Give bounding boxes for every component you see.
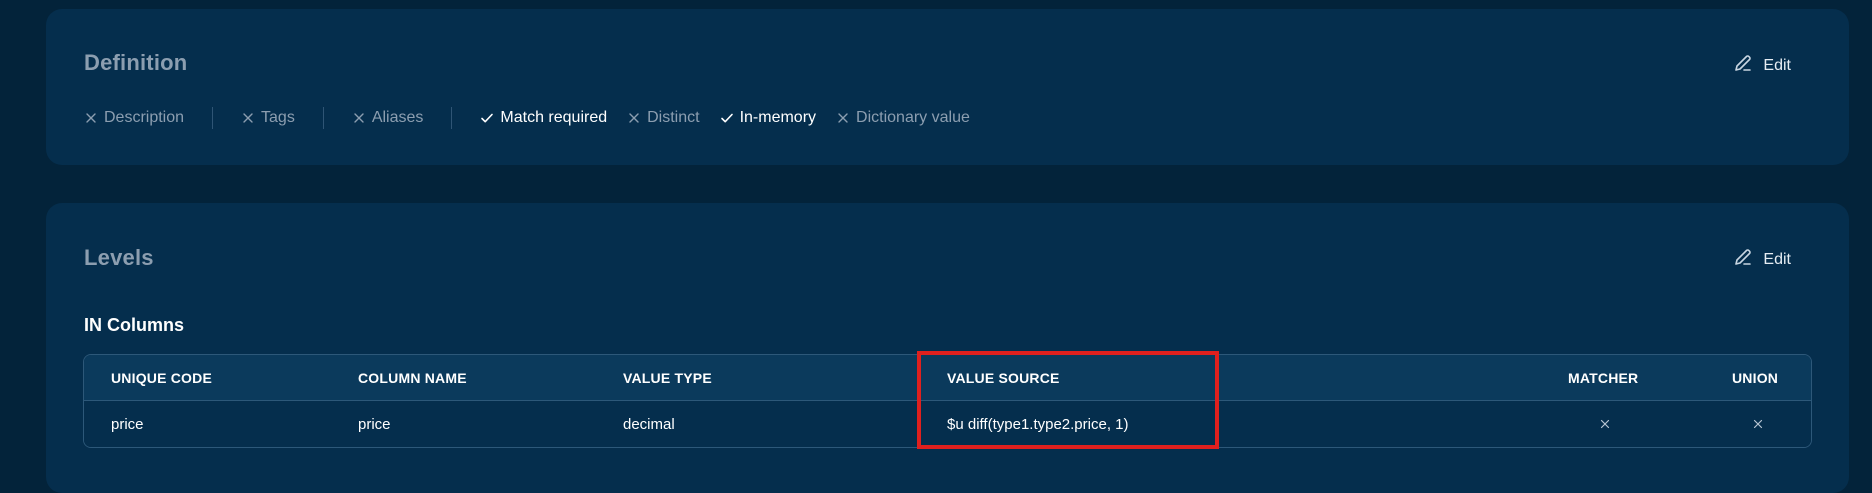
levels-edit-button[interactable]: Edit bbox=[1733, 247, 1791, 272]
header-column-name[interactable]: COLUMN NAME bbox=[358, 355, 467, 401]
flag-tags: Tags bbox=[241, 109, 295, 127]
edit-label: Edit bbox=[1763, 250, 1791, 268]
flag-label: Description bbox=[104, 109, 185, 126]
flag-label: Tags bbox=[261, 109, 295, 126]
cell-union bbox=[1752, 401, 1764, 447]
header-value-type[interactable]: VALUE TYPE bbox=[623, 355, 712, 401]
cell-value-type: decimal bbox=[623, 415, 675, 433]
edit-label: Edit bbox=[1763, 56, 1791, 74]
definition-flags: Description Tags Aliases Match required bbox=[84, 107, 970, 129]
flag-label: Dictionary value bbox=[856, 109, 970, 126]
levels-card: Levels IN Columns UNIQUE CODE COLUMN NAM… bbox=[46, 203, 1849, 493]
definition-edit-button[interactable]: Edit bbox=[1733, 53, 1791, 78]
x-icon bbox=[241, 111, 255, 125]
x-icon bbox=[84, 111, 98, 125]
flag-distinct: Distinct bbox=[627, 109, 700, 127]
cell-matcher bbox=[1599, 401, 1611, 447]
header-value-source[interactable]: VALUE SOURCE bbox=[947, 355, 1060, 401]
check-icon bbox=[480, 111, 494, 125]
header-unique-code[interactable]: UNIQUE CODE bbox=[111, 355, 212, 401]
definition-title: Definition bbox=[84, 50, 188, 75]
table-header-row: UNIQUE CODE COLUMN NAME VALUE TYPE VALUE… bbox=[84, 355, 1811, 401]
flag-label: In-memory bbox=[739, 109, 817, 126]
flag-match-required: Match required bbox=[480, 109, 607, 127]
header-union[interactable]: UNION bbox=[1732, 355, 1778, 401]
pencil-icon bbox=[1733, 53, 1753, 78]
check-icon bbox=[720, 111, 734, 125]
x-icon bbox=[1752, 418, 1764, 430]
pencil-icon bbox=[1733, 247, 1753, 272]
header-matcher[interactable]: MATCHER bbox=[1568, 355, 1638, 401]
cell-column-name: price bbox=[358, 415, 391, 433]
x-icon bbox=[836, 111, 850, 125]
cell-value-source: $u diff(type1.type2.price, 1) bbox=[947, 415, 1129, 433]
x-icon bbox=[352, 111, 366, 125]
flag-dictionary-value: Dictionary value bbox=[836, 109, 970, 127]
flag-label: Aliases bbox=[371, 109, 424, 126]
x-icon bbox=[1599, 418, 1611, 430]
flag-in-memory: In-memory bbox=[720, 109, 816, 127]
divider bbox=[212, 107, 214, 129]
in-columns-heading: IN Columns bbox=[84, 315, 185, 335]
levels-title: Levels bbox=[84, 245, 154, 270]
flag-description: Description bbox=[84, 109, 184, 127]
divider bbox=[322, 107, 324, 129]
in-columns-table: UNIQUE CODE COLUMN NAME VALUE TYPE VALUE… bbox=[83, 354, 1812, 448]
flag-label: Match required bbox=[500, 109, 608, 126]
definition-card: Definition Edit Description Tags Aliases… bbox=[46, 9, 1849, 165]
cell-unique-code: price bbox=[111, 415, 144, 433]
flag-label: Distinct bbox=[647, 109, 700, 126]
table-row[interactable]: price price decimal $u diff(type1.type2.… bbox=[84, 401, 1811, 447]
x-icon bbox=[627, 111, 641, 125]
divider bbox=[451, 107, 453, 129]
flag-aliases: Aliases bbox=[352, 109, 424, 127]
